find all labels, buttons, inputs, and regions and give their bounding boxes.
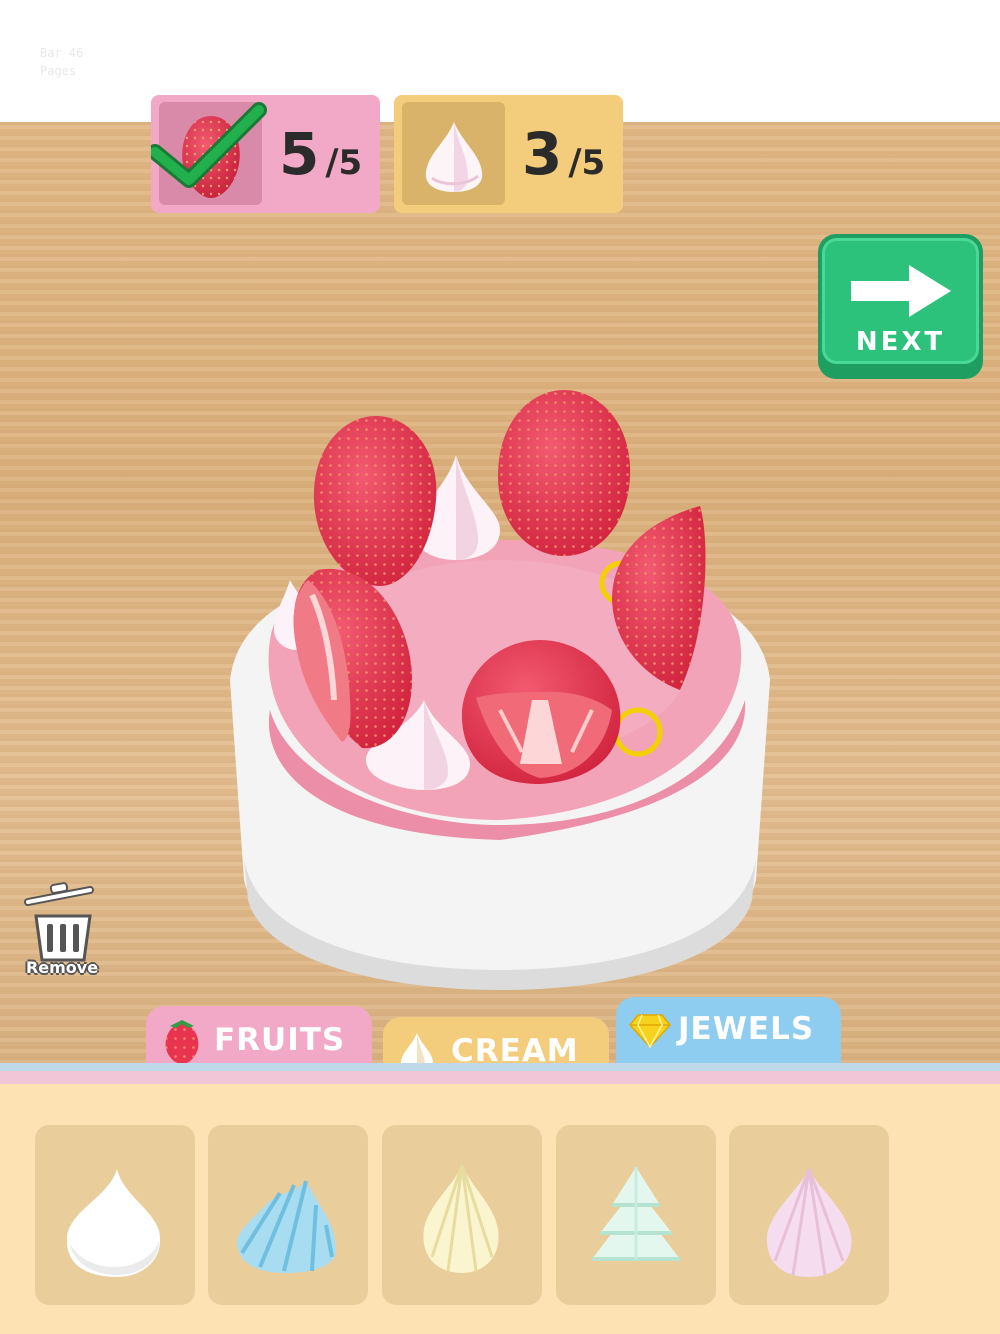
mint-tree-icon <box>592 1167 680 1261</box>
fruits-progress-card: 5 / 5 <box>151 95 380 213</box>
next-button-face: NEXT <box>822 238 979 364</box>
gem-icon <box>629 1014 671 1049</box>
cream-count-separator: / <box>568 142 582 183</box>
tab-jewels-label: JEWELS <box>678 1011 815 1047</box>
cream-item-mint-tree[interactable] <box>556 1125 716 1305</box>
fruits-total: 5 <box>338 143 363 183</box>
fruits-progress-icon-box <box>151 102 267 205</box>
fruits-count-separator: / <box>325 142 339 183</box>
cream-item-white-dollop[interactable] <box>35 1125 195 1305</box>
cream-count: 3 <box>522 120 563 188</box>
cream-item-blue-swirl[interactable] <box>208 1125 368 1305</box>
arrow-right-icon <box>851 265 951 317</box>
next-button-label: NEXT <box>855 327 946 357</box>
trash-can-icon <box>24 882 94 962</box>
cream-progress-count: 3 / 5 <box>522 125 605 183</box>
remove-button[interactable]: Remove <box>20 880 104 985</box>
tab-fruits-label: FRUITS <box>214 1022 346 1058</box>
cream-total: 5 <box>581 143 606 183</box>
checkmark-icon <box>151 102 267 188</box>
cream-progress-icon-box <box>402 102 505 205</box>
fruits-count: 5 <box>279 120 320 188</box>
cream-dollop-icon <box>425 122 483 192</box>
blue-swirl-icon <box>236 1180 336 1273</box>
debug-overlay: Bar 46 Pages <box>40 44 83 80</box>
debug-line-2: Pages <box>40 64 77 78</box>
strawberry-icon <box>165 1020 199 1064</box>
pink-swirl-icon <box>766 1168 852 1277</box>
remove-button-label: Remove <box>25 958 99 977</box>
fruits-progress-count: 5 / 5 <box>279 125 362 183</box>
cream-item-pink-swirl[interactable] <box>729 1125 889 1305</box>
game-screen: Bar 46 Pages 5 / 5 3 / 5 NEXT Remove FRU… <box>0 0 1000 1334</box>
tray-edge-blue <box>0 1063 1000 1071</box>
cake[interactable] <box>200 380 800 1020</box>
cream-progress-card: 3 / 5 <box>394 95 623 213</box>
yellow-swirl-icon <box>423 1164 499 1273</box>
tray-edge-pink <box>0 1071 1000 1084</box>
white-dollop-icon <box>66 1169 161 1277</box>
cream-item-yellow-swirl[interactable] <box>382 1125 542 1305</box>
debug-line-1: Bar 46 <box>40 46 84 60</box>
tab-jewels[interactable]: JEWELS <box>616 997 841 1067</box>
next-button[interactable]: NEXT <box>818 234 983 379</box>
